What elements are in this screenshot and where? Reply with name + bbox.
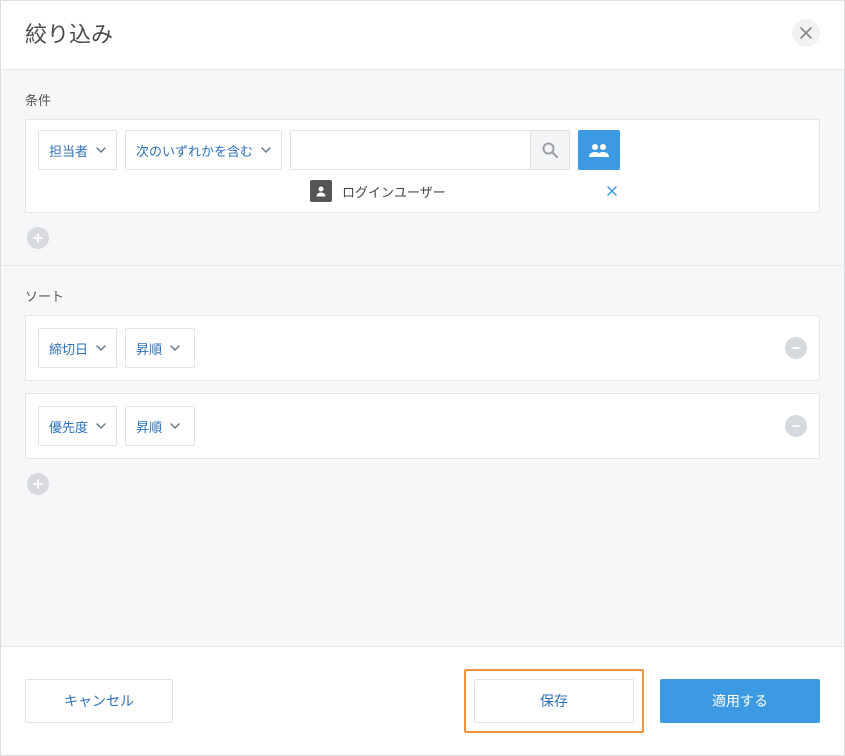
dialog-body: 条件 担当者 次のいずれかを含む: [1, 70, 844, 646]
field-dropdown-label: 担当者: [49, 141, 88, 160]
condition-card: 担当者 次のいずれかを含む: [25, 119, 820, 213]
user-icon: [310, 180, 332, 202]
condition-row: 担当者 次のいずれかを含む: [38, 130, 807, 170]
chevron-down-icon: [261, 145, 271, 155]
plus-icon: [32, 232, 44, 244]
condition-chip: ログインユーザー: [310, 180, 807, 202]
sort-row: 優先度 昇順: [25, 393, 820, 459]
sort-order-label: 昇順: [136, 417, 162, 436]
dialog-header: 絞り込み: [1, 1, 844, 70]
operator-dropdown[interactable]: 次のいずれかを含む: [125, 130, 282, 170]
sort-order-dropdown[interactable]: 昇順: [125, 328, 195, 368]
close-icon: [800, 27, 812, 39]
conditions-label: 条件: [25, 90, 820, 109]
chip-label: ログインユーザー: [342, 182, 446, 201]
add-sort-button[interactable]: [27, 473, 49, 495]
sort-field-dropdown[interactable]: 締切日: [38, 328, 117, 368]
conditions-section: 条件 担当者 次のいずれかを含む: [1, 70, 844, 257]
save-button-highlight: 保存: [464, 669, 644, 733]
chevron-down-icon: [170, 343, 180, 353]
sort-field-dropdown[interactable]: 優先度: [38, 406, 117, 446]
cancel-button[interactable]: キャンセル: [25, 679, 173, 723]
sort-field-label: 優先度: [49, 417, 88, 436]
minus-icon: [791, 343, 801, 353]
remove-sort-button[interactable]: [785, 415, 807, 437]
sort-label: ソート: [25, 286, 820, 305]
chip-remove-button[interactable]: [606, 185, 618, 197]
operator-dropdown-label: 次のいずれかを含む: [136, 141, 253, 160]
save-button[interactable]: 保存: [474, 679, 634, 723]
search-wrap: [290, 130, 570, 170]
apply-button[interactable]: 適用する: [660, 679, 820, 723]
sort-field-label: 締切日: [49, 339, 88, 358]
search-input[interactable]: [290, 130, 530, 170]
chevron-down-icon: [170, 421, 180, 431]
sort-order-label: 昇順: [136, 339, 162, 358]
sort-row: 締切日 昇順: [25, 315, 820, 381]
close-icon: [606, 185, 618, 197]
chevron-down-icon: [96, 145, 106, 155]
search-icon: [541, 141, 559, 159]
remove-sort-button[interactable]: [785, 337, 807, 359]
group-select-button[interactable]: [578, 130, 620, 170]
filter-dialog: 絞り込み 条件 担当者 次のいずれかを含む: [0, 0, 845, 756]
chevron-down-icon: [96, 343, 106, 353]
sort-order-dropdown[interactable]: 昇順: [125, 406, 195, 446]
dialog-title: 絞り込み: [25, 17, 113, 49]
search-button[interactable]: [530, 130, 570, 170]
chevron-down-icon: [96, 421, 106, 431]
add-condition-button[interactable]: [27, 227, 49, 249]
dialog-footer: キャンセル 保存 適用する: [1, 646, 844, 755]
field-dropdown[interactable]: 担当者: [38, 130, 117, 170]
sort-section: ソート 締切日 昇順: [1, 265, 844, 503]
plus-icon: [32, 478, 44, 490]
close-button[interactable]: [792, 19, 820, 47]
group-icon: [588, 141, 610, 159]
minus-icon: [791, 421, 801, 431]
